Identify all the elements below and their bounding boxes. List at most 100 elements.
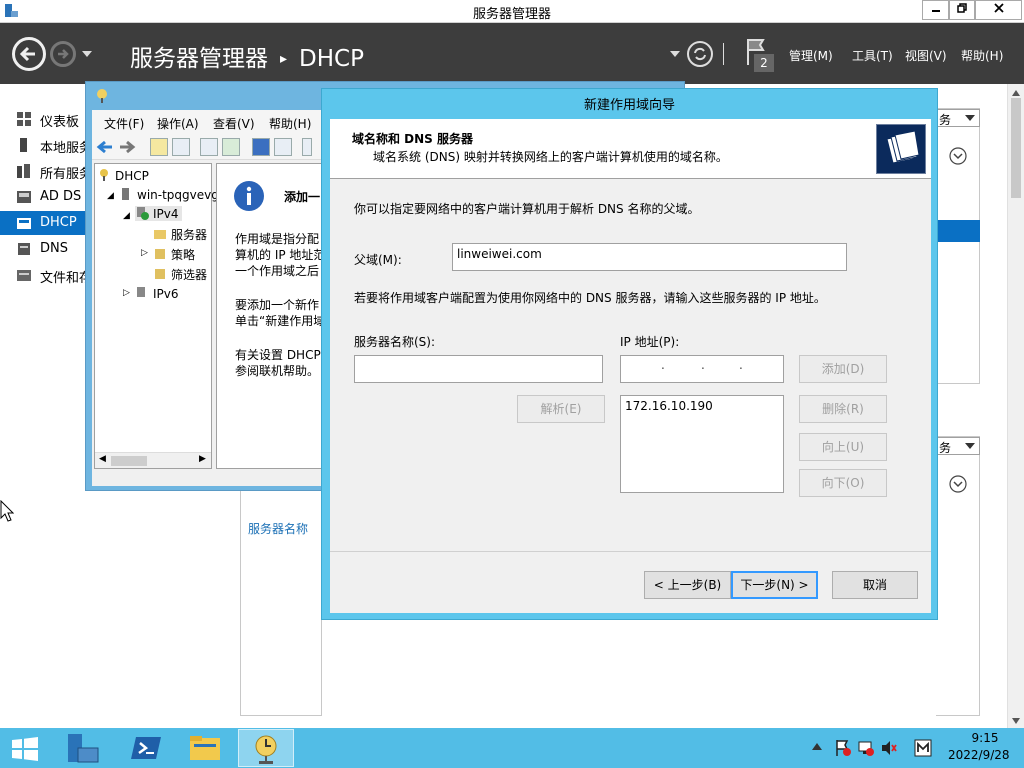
nav-item-dashboard[interactable]: 仪表板: [0, 107, 86, 131]
forward-button[interactable]: [50, 41, 76, 67]
clock-time[interactable]: 9:15: [960, 731, 1010, 745]
console-details-pane: 添加一 作用域是指分配 算机的 IP 地址范 一个作用域之后 要添加一个新作 单…: [216, 163, 326, 469]
nav-item-all-servers[interactable]: 所有服务: [0, 159, 92, 183]
move-down-button[interactable]: 向下(O): [799, 469, 887, 497]
back-button[interactable]: < 上一步(B): [644, 571, 731, 599]
back-arrow-icon[interactable]: [96, 139, 114, 155]
menu-action[interactable]: 操作(A): [157, 115, 199, 132]
ip-dot: .: [739, 358, 743, 372]
close-button[interactable]: [975, 0, 1022, 20]
input-method-icon[interactable]: [914, 739, 932, 757]
collapse-arrow-icon[interactable]: ◢: [123, 211, 130, 221]
console-tree[interactable]: DHCP ◢ win-tpqgvevg ◢ IPv4 服务器 策略 ▷ 筛选器 …: [94, 163, 219, 469]
expand-arrow-icon[interactable]: ▷: [141, 248, 148, 258]
tree-item-policies[interactable]: 策略: [153, 246, 195, 263]
menu-tools[interactable]: 工具(T): [852, 47, 893, 64]
server-icon: [20, 138, 27, 152]
expand-arrow-icon[interactable]: ▷: [123, 288, 130, 298]
server-name-input[interactable]: [354, 355, 603, 383]
ip-address-input[interactable]: . . .: [620, 355, 784, 383]
refresh-icon[interactable]: [686, 40, 714, 68]
dns-ip-list[interactable]: 172.16.10.190: [620, 395, 784, 493]
clock-date[interactable]: 2022/9/28: [948, 748, 1010, 762]
details-text: 有关设置 DHCP: [235, 348, 321, 362]
nav-item-dhcp[interactable]: DHCP: [0, 211, 86, 235]
tree-horizontal-scrollbar[interactable]: ◀ ▶: [95, 452, 211, 468]
help-button[interactable]: [252, 138, 270, 156]
action-pane-button[interactable]: [274, 138, 292, 156]
remove-button[interactable]: 删除(R): [799, 395, 887, 423]
taskbar-powershell[interactable]: [118, 729, 174, 767]
menu-view[interactable]: 视图(V): [905, 47, 947, 64]
next-button[interactable]: 下一步(N) >: [731, 571, 818, 599]
scroll-right-icon[interactable]: ▶: [199, 454, 206, 464]
menu-manage[interactable]: 管理(M): [789, 47, 833, 64]
parent-domain-input[interactable]: linweiwei.com: [452, 243, 847, 271]
tree-label: IPv6: [153, 287, 179, 301]
new-scope-wizard-dialog[interactable]: 新建作用域向导 域名称和 DNS 服务器 域名系统 (DNS) 映射并转换网络上…: [321, 88, 938, 620]
network-icon[interactable]: [857, 739, 875, 757]
scroll-left-icon[interactable]: ◀: [99, 454, 106, 464]
back-button[interactable]: [12, 37, 46, 71]
show-hide-tree-button[interactable]: [172, 138, 190, 156]
refresh-button[interactable]: [222, 138, 240, 156]
menu-view[interactable]: 查看(V): [213, 115, 255, 132]
volume-icon[interactable]: [880, 739, 898, 757]
tree-item-server[interactable]: win-tpqgvevg: [119, 187, 219, 202]
taskbar-dhcp[interactable]: [238, 729, 294, 767]
scrollbar-thumb[interactable]: [1011, 98, 1021, 198]
wizard-step-subtitle: 域名系统 (DNS) 映射并转换网络上的客户端计算机使用的域名称。: [373, 150, 728, 164]
footer-divider: [330, 551, 931, 552]
expand-circle-icon[interactable]: [949, 147, 967, 165]
taskbar-file-explorer[interactable]: [178, 729, 234, 767]
server-manager-header: 服务器管理器 ▸ DHCP 2 管理(M) 工具(T) 视图(V) 帮助(H): [0, 23, 1024, 84]
scroll-down-icon[interactable]: [1012, 718, 1020, 724]
details-text: 要添加一个新作: [235, 298, 320, 312]
scrollbar-thumb[interactable]: [111, 456, 147, 466]
show-hidden-icons-icon[interactable]: [812, 743, 822, 750]
tree-item-ipv6[interactable]: IPv6: [135, 286, 179, 301]
vertical-scrollbar[interactable]: [1007, 84, 1024, 728]
nav-item-local-server[interactable]: 本地服务: [0, 133, 92, 157]
menu-help[interactable]: 帮助(H): [269, 115, 311, 132]
folder-icon: [190, 736, 220, 760]
nav-item-ad-ds[interactable]: AD DS: [0, 185, 86, 209]
restore-button[interactable]: [949, 0, 975, 20]
expand-circle-icon[interactable]: [949, 475, 967, 493]
selected-server-row[interactable]: [936, 220, 980, 242]
tasks-dropdown-bottom[interactable]: 务: [936, 437, 980, 455]
collapse-arrow-icon[interactable]: ◢: [107, 191, 114, 201]
resolve-button[interactable]: 解析(E): [517, 395, 605, 423]
tree-item-dhcp-root[interactable]: DHCP: [97, 168, 149, 183]
tree-item-servers[interactable]: 服务器: [153, 226, 207, 243]
details-text: 参阅联机帮助。: [235, 364, 320, 378]
server-manager-icon: [68, 734, 99, 763]
start-button[interactable]: [0, 729, 52, 767]
move-up-button[interactable]: 向上(U): [799, 433, 887, 461]
restore-icon: [957, 3, 967, 13]
more-tools-button[interactable]: [302, 138, 312, 156]
tasks-dropdown-top[interactable]: 务: [936, 109, 980, 127]
up-folder-button[interactable]: [150, 138, 168, 156]
forward-arrow-icon[interactable]: [118, 139, 136, 155]
breadcrumb-root[interactable]: 服务器管理器: [130, 46, 268, 72]
action-center-flag-icon[interactable]: [834, 739, 852, 757]
cancel-button[interactable]: 取消: [832, 571, 918, 599]
history-dropdown-icon[interactable]: [82, 51, 92, 59]
scroll-up-icon[interactable]: [1012, 90, 1020, 96]
dns-ip-list-item[interactable]: 172.16.10.190: [625, 399, 779, 413]
minimize-button[interactable]: [922, 0, 949, 20]
properties-button[interactable]: [200, 138, 218, 156]
refresh-dropdown-icon[interactable]: [670, 51, 680, 59]
tree-item-filters[interactable]: 筛选器: [153, 266, 207, 283]
taskbar-server-manager[interactable]: [56, 729, 112, 767]
events-panel: 务: [936, 436, 980, 716]
nav-item-file-storage[interactable]: 文件和存: [0, 263, 92, 287]
tree-item-ipv4[interactable]: IPv4: [135, 206, 182, 221]
menu-file[interactable]: 文件(F): [104, 115, 144, 132]
nav-item-dns[interactable]: DNS: [0, 237, 86, 261]
menu-help[interactable]: 帮助(H): [961, 47, 1003, 64]
add-button[interactable]: 添加(D): [799, 355, 887, 383]
column-header-server-name[interactable]: 服务器名称: [248, 520, 308, 537]
dhcp-icon: [17, 218, 31, 229]
